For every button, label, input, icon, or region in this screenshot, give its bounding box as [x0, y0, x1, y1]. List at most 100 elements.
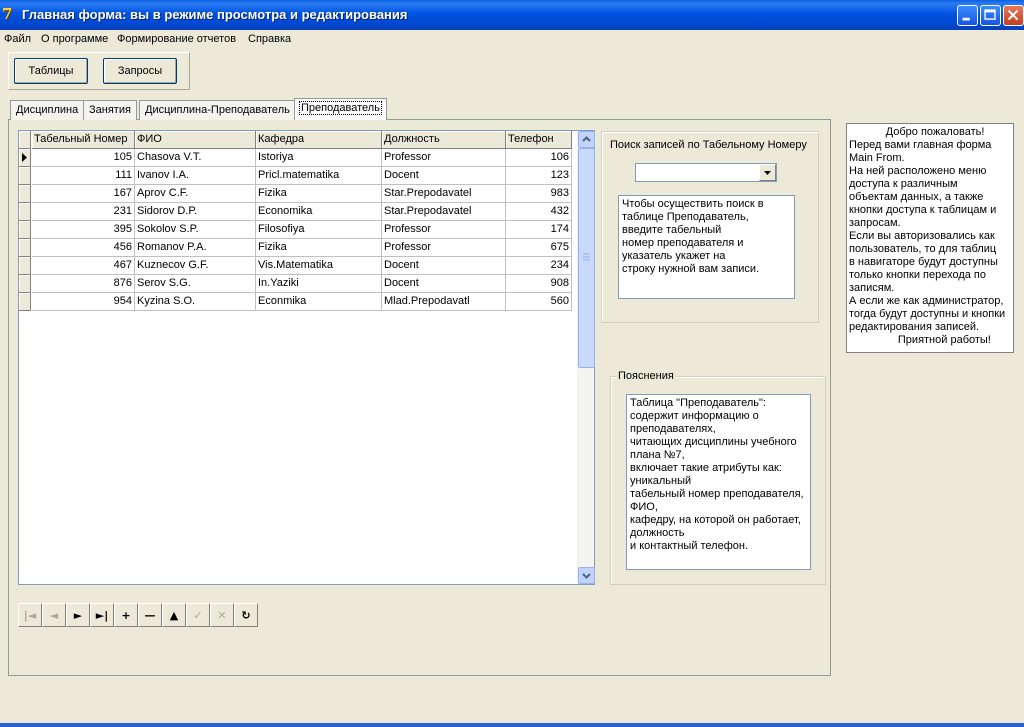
grid-cell[interactable]: 467: [32, 257, 135, 275]
tab-discipline-teacher[interactable]: Дисциплина-Преподаватель: [139, 100, 296, 120]
prior-record-icon: ◄: [49, 608, 59, 622]
grid-column-header[interactable]: Телефон: [506, 131, 572, 149]
current-row-arrow-icon: [22, 153, 27, 162]
grid-cell[interactable]: Economika: [256, 203, 382, 221]
menu-file[interactable]: Файл: [4, 33, 31, 45]
grid-column-header[interactable]: Кафедра: [256, 131, 382, 149]
first-record-button[interactable]: |◄: [18, 603, 42, 627]
grid-cell[interactable]: Romanov P.A.: [135, 239, 256, 257]
grid-cell[interactable]: Pricl.matematika: [256, 167, 382, 185]
insert-record-button[interactable]: +: [114, 603, 138, 627]
grid-cell[interactable]: 111: [32, 167, 135, 185]
row-indicator[interactable]: [19, 275, 31, 293]
prior-record-button[interactable]: ◄: [42, 603, 66, 627]
delete-record-button[interactable]: —: [138, 603, 162, 627]
menu-about[interactable]: О программе: [41, 33, 108, 45]
grid-cell[interactable]: 954: [32, 293, 135, 311]
scroll-up-button[interactable]: [578, 131, 595, 148]
queries-button[interactable]: Запросы: [103, 58, 177, 84]
grid-column-header[interactable]: Табельный Номер: [32, 131, 135, 149]
grid-cell[interactable]: In.Yaziki: [256, 275, 382, 293]
grid-cell[interactable]: Docent: [382, 257, 506, 275]
edit-record-button[interactable]: ▲: [162, 603, 186, 627]
next-record-button[interactable]: ►: [66, 603, 90, 627]
last-record-icon: ►|: [95, 608, 109, 622]
refresh-button[interactable]: ↻: [234, 603, 258, 627]
cancel-edit-button[interactable]: ✕: [210, 603, 234, 627]
grid-cell[interactable]: Professor: [382, 149, 506, 167]
grid-cell[interactable]: 395: [32, 221, 135, 239]
grid-cell[interactable]: Econmika: [256, 293, 382, 311]
grid-cell[interactable]: Docent: [382, 275, 506, 293]
grid-cell[interactable]: 234: [506, 257, 572, 275]
grid-column-header[interactable]: ФИО: [135, 131, 256, 149]
grid-cell[interactable]: Filosofiya: [256, 221, 382, 239]
edit-record-icon: ▲: [169, 608, 179, 622]
grid-cell[interactable]: 231: [32, 203, 135, 221]
row-indicator[interactable]: [19, 239, 31, 257]
grid-cell[interactable]: Aprov C.F.: [135, 185, 256, 203]
grid-cell[interactable]: Fizika: [256, 185, 382, 203]
grid-cell[interactable]: 675: [506, 239, 572, 257]
welcome-memo: Добро пожаловать! Перед вами главная фор…: [846, 123, 1014, 353]
scroll-thumb[interactable]: [578, 148, 595, 368]
grid-cell[interactable]: Sokolov S.P.: [135, 221, 256, 239]
grid-cell[interactable]: Docent: [382, 167, 506, 185]
post-record-button[interactable]: ✓: [186, 603, 210, 627]
grid-cell[interactable]: Ivanov I.A.: [135, 167, 256, 185]
grid-cell[interactable]: Serov S.G.: [135, 275, 256, 293]
grid-cell[interactable]: Professor: [382, 221, 506, 239]
search-combobox[interactable]: [635, 163, 777, 182]
chevron-down-icon: [582, 573, 591, 579]
grid-cell[interactable]: Kuznecov G.F.: [135, 257, 256, 275]
grid-cell[interactable]: 876: [32, 275, 135, 293]
grid-cell[interactable]: Fizika: [256, 239, 382, 257]
row-indicator[interactable]: [19, 293, 31, 311]
title-bar[interactable]: 7 Главная форма: вы в режиме просмотра и…: [0, 0, 1024, 30]
post-record-icon: ✓: [193, 608, 203, 622]
grid-vertical-scrollbar[interactable]: [577, 131, 595, 584]
row-indicator[interactable]: [19, 221, 31, 239]
grid-cell[interactable]: Sidorov D.P.: [135, 203, 256, 221]
grid-cell[interactable]: Chasova V.T.: [135, 149, 256, 167]
explanations-caption: Пояснения: [616, 370, 676, 382]
grid-cell[interactable]: 105: [32, 149, 135, 167]
grid-cell[interactable]: 123: [506, 167, 572, 185]
explanations-memo: Таблица "Преподаватель": содержит информ…: [626, 394, 811, 570]
grid-cell[interactable]: Mlad.Prepodavatl: [382, 293, 506, 311]
teachers-grid[interactable]: Табельный Номер ФИО Кафедра Должность Телефо…: [18, 130, 595, 585]
grid-cell[interactable]: 174: [506, 221, 572, 239]
grid-cell[interactable]: 983: [506, 185, 572, 203]
menu-help[interactable]: Справка: [248, 33, 291, 45]
grid-cell[interactable]: 432: [506, 203, 572, 221]
grid-cell[interactable]: 167: [32, 185, 135, 203]
row-indicator[interactable]: [19, 185, 31, 203]
tables-button[interactable]: Таблицы: [14, 58, 88, 84]
tab-classes[interactable]: Занятия: [83, 100, 137, 120]
grid-cell[interactable]: 106: [506, 149, 572, 167]
grid-column-header[interactable]: Должность: [382, 131, 506, 149]
tab-teacher[interactable]: Преподаватель: [294, 98, 387, 120]
grid-cell[interactable]: 456: [32, 239, 135, 257]
grid-cell[interactable]: Vis.Matematika: [256, 257, 382, 275]
grip-icon: [583, 253, 590, 261]
scroll-down-button[interactable]: [578, 567, 595, 584]
grid-cell[interactable]: Kyzina S.O.: [135, 293, 256, 311]
close-button[interactable]: [1003, 5, 1024, 26]
row-indicator[interactable]: [19, 149, 31, 167]
last-record-button[interactable]: ►|: [90, 603, 114, 627]
grid-cell[interactable]: Star.Prepodavatel: [382, 185, 506, 203]
minimize-button[interactable]: [957, 5, 978, 26]
maximize-button[interactable]: [980, 5, 1001, 26]
grid-cell[interactable]: 908: [506, 275, 572, 293]
menu-reports[interactable]: Формирование отчетов: [117, 33, 236, 45]
row-indicator[interactable]: [19, 203, 31, 221]
tab-discipline[interactable]: Дисциплина: [10, 100, 85, 120]
grid-cell[interactable]: Istoriya: [256, 149, 382, 167]
grid-cell[interactable]: Professor: [382, 239, 506, 257]
grid-cell[interactable]: 560: [506, 293, 572, 311]
row-indicator[interactable]: [19, 257, 31, 275]
combo-dropdown-button[interactable]: [759, 164, 776, 181]
grid-cell[interactable]: Star.Prepodavatel: [382, 203, 506, 221]
row-indicator[interactable]: [19, 167, 31, 185]
